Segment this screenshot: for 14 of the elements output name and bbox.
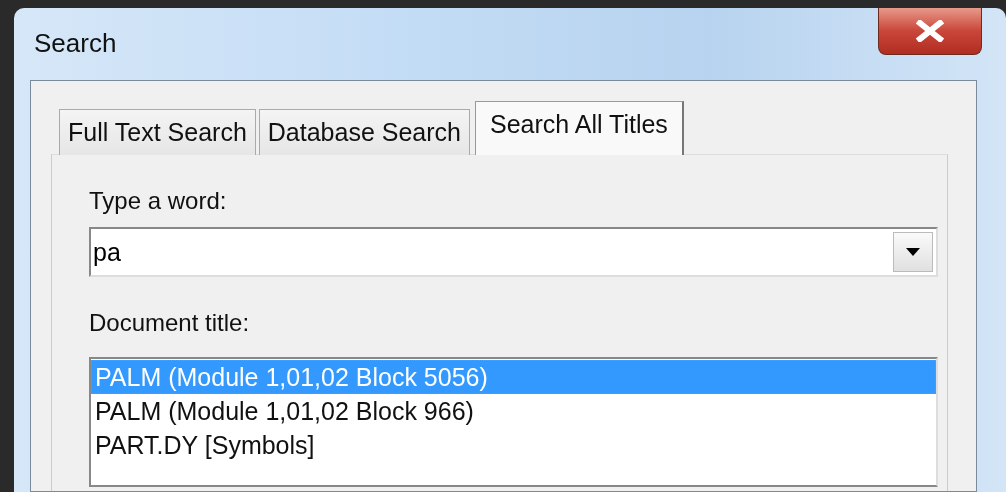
document-listbox[interactable]: PALM (Module 1,01,02 Block 5056) PALM (Module 1,01,02 Block 966) PART.DY [Symbols] <box>89 357 938 487</box>
tab[interactable]: Database Search <box>258 109 470 155</box>
list-item[interactable]: PALM (Module 1,01,02 Block 966) <box>91 394 936 428</box>
field-label: Type a word: <box>89 187 227 215</box>
tab[interactable]: Full Text Search <box>59 109 256 155</box>
word-combobox[interactable]: pa <box>89 227 938 277</box>
caret-icon <box>906 248 920 256</box>
list-label: Document title: <box>89 309 250 337</box>
window-title: Search <box>34 28 117 59</box>
tab[interactable]: Search All Titles <box>475 101 684 155</box>
close-button[interactable] <box>878 8 982 55</box>
close-icon <box>915 20 945 42</box>
list-item[interactable]: PART.DY [Symbols] <box>91 428 936 462</box>
dropdown-button[interactable] <box>893 232 933 272</box>
